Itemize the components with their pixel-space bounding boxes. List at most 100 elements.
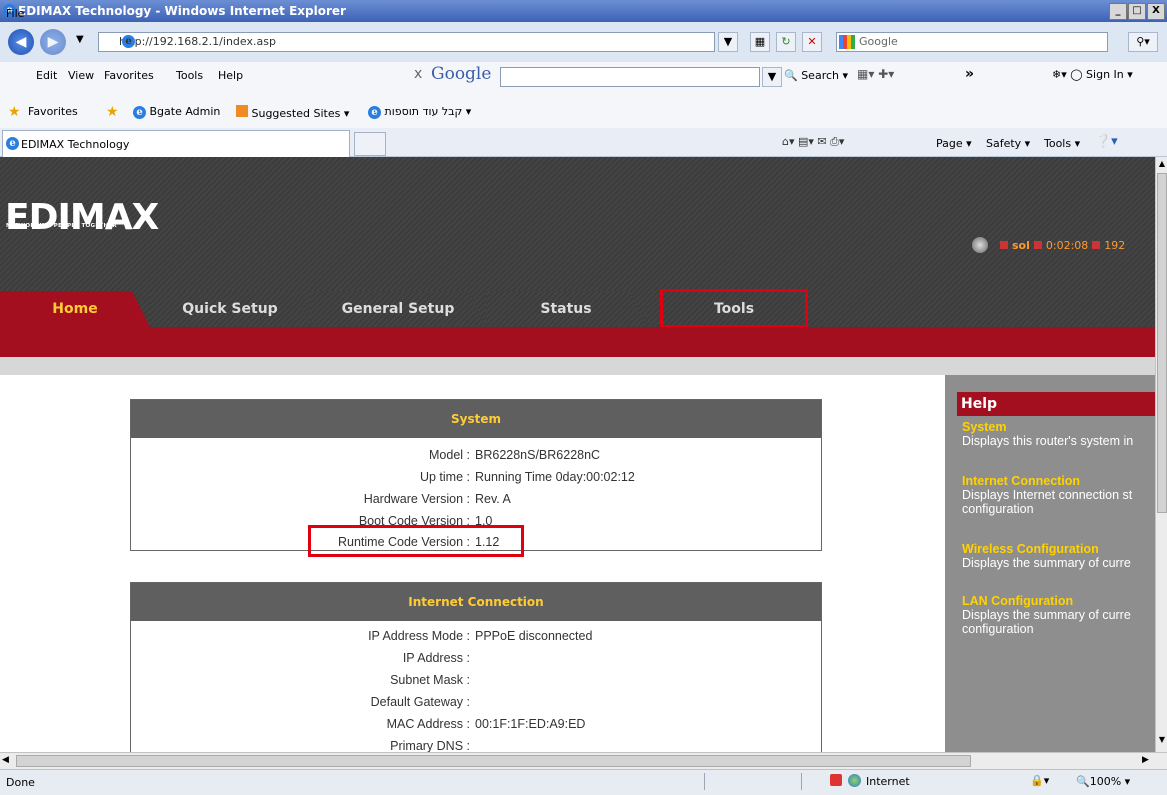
sign-in-button[interactable]: ❄▾ ◯ Sign In ▾: [1052, 68, 1133, 81]
nav-tab-home[interactable]: Home: [0, 291, 150, 327]
google-dropdown-icon[interactable]: ▼: [762, 67, 782, 87]
scroll-right-icon[interactable]: ▶: [1142, 755, 1154, 765]
back-button[interactable]: ◀: [8, 29, 34, 55]
tab-page-icon: e: [6, 137, 19, 150]
vertical-scrollbar[interactable]: ▲ ▼: [1155, 157, 1167, 752]
stop-icon[interactable]: ✕: [802, 32, 822, 52]
more-chevron[interactable]: »: [965, 66, 974, 82]
help-icon[interactable]: ❔▾: [1095, 134, 1118, 149]
row-label: IP Address Mode :: [368, 629, 470, 643]
new-tab-button[interactable]: [354, 132, 386, 156]
refresh-icon[interactable]: ↻: [776, 32, 796, 52]
lock-dropdown-icon[interactable]: 🔒▾: [1030, 774, 1049, 787]
help-heading[interactable]: LAN Configuration: [962, 594, 1152, 608]
edimax-slogan: NETWORKING PEOPLE TOGETHER: [6, 223, 117, 229]
help-item-lan: LAN Configuration Displays the summary o…: [962, 594, 1152, 636]
nav-tab-quick-setup[interactable]: Quick Setup: [150, 291, 310, 327]
status-ip: 192: [1104, 238, 1126, 252]
status-panes: [704, 773, 802, 790]
compatibility-icon[interactable]: ▦: [750, 32, 770, 52]
row-value: PPPoE disconnected: [475, 629, 593, 643]
menu-edit[interactable]: Edit: [36, 69, 57, 82]
menu-file[interactable]: File: [6, 7, 24, 20]
safety-menu[interactable]: Safety ▾: [986, 137, 1030, 150]
help-text: Displays the summary of curre: [962, 556, 1131, 570]
minimize-button[interactable]: _: [1109, 3, 1127, 20]
close-button[interactable]: X: [1147, 3, 1165, 20]
horizontal-scrollbar[interactable]: ◀ ▶: [0, 752, 1167, 770]
toolbar-buttons-icon[interactable]: ▦▾ ✚▾: [857, 67, 894, 81]
router-nav: Home Quick Setup General Setup Status To…: [0, 291, 1155, 327]
google-search-button[interactable]: 🔍 Search ▾: [784, 69, 848, 82]
help-text: Displays the summary of curre configurat…: [962, 608, 1131, 636]
status-user: sol: [1012, 238, 1030, 252]
row-label: Primary DNS :: [390, 739, 470, 752]
row-value: 00:1F:1F:ED:A9:ED: [475, 717, 586, 731]
google-toolbar-logo: Google: [431, 64, 492, 84]
help-heading[interactable]: Wireless Configuration: [962, 542, 1152, 556]
favorite-suggested-sites[interactable]: Suggested Sites ▾: [236, 105, 349, 120]
connection-status: sol 0:02:08 192: [972, 237, 1125, 253]
menu-favorites[interactable]: Favorites: [104, 69, 154, 82]
menu-tools[interactable]: Tools: [176, 69, 203, 82]
scroll-left-icon[interactable]: ◀: [2, 755, 14, 765]
google-toolbar-input[interactable]: [500, 67, 760, 87]
status-marker-icon: [1092, 241, 1101, 249]
help-heading[interactable]: System: [962, 420, 1152, 434]
vertical-scroll-thumb[interactable]: [1157, 173, 1167, 513]
search-button[interactable]: ⚲▾: [1128, 32, 1158, 52]
favorites-star-icon: ★: [8, 104, 21, 120]
window-title-bar: e EDIMAX Technology - Windows Internet E…: [0, 0, 1167, 22]
row-label: Hardware Version :: [363, 492, 470, 506]
internet-zone-icon: [848, 774, 861, 787]
protected-mode-icon[interactable]: [830, 774, 842, 786]
help-text: Displays Internet connection st configur…: [962, 488, 1133, 516]
favorite-get-addons[interactable]: e קבל עוד תוספות ▾: [368, 105, 471, 119]
ie-page-icon: e: [368, 106, 381, 119]
menu-help[interactable]: Help: [218, 69, 243, 82]
history-dropdown-icon[interactable]: ▼: [76, 34, 84, 45]
search-input[interactable]: Google: [836, 32, 1108, 52]
command-icons[interactable]: ⌂▾ ▤▾ ✉ ⎙▾: [782, 135, 844, 149]
address-dropdown-icon[interactable]: ▼: [718, 32, 738, 52]
nav-tab-general-setup[interactable]: General Setup: [310, 291, 486, 327]
tools-menu[interactable]: Tools ▾: [1044, 137, 1080, 150]
status-text: Done: [6, 776, 35, 789]
row-value: Rev. A: [475, 492, 511, 506]
horizontal-scroll-thumb[interactable]: [16, 755, 971, 767]
main-content: System Model : BR6228nS/BR6228nC Up time…: [0, 375, 945, 752]
row-label: Up time :: [419, 470, 470, 484]
suggested-sites-icon: [236, 105, 248, 117]
row-label: Subnet Mask :: [390, 673, 470, 687]
scroll-up-icon[interactable]: ▲: [1157, 159, 1167, 171]
favorites-button[interactable]: Favorites: [28, 105, 78, 118]
status-marker-icon: [1033, 241, 1042, 249]
scroll-down-icon[interactable]: ▼: [1157, 735, 1167, 747]
page-menu[interactable]: Page ▾: [936, 137, 972, 150]
ie-page-icon: e: [133, 106, 146, 119]
zone-label: Internet: [866, 775, 910, 788]
address-input[interactable]: e http://192.168.2.1/index.asp: [98, 32, 715, 52]
nav-tab-status[interactable]: Status: [486, 291, 646, 327]
help-panel: Help System Displays this router's syste…: [945, 375, 1155, 752]
add-favorite-icon[interactable]: ★: [106, 104, 119, 120]
system-section-title: System: [131, 400, 821, 438]
help-heading[interactable]: Internet Connection: [962, 474, 1152, 488]
help-text: Displays this router's system in: [962, 434, 1134, 448]
nav-gray-bar: [0, 357, 1155, 375]
window-controls: _ □ X: [1109, 3, 1165, 20]
menu-view[interactable]: View: [68, 69, 94, 82]
tab-edimax[interactable]: e EDIMAX Technology: [2, 130, 350, 157]
google-icon: [839, 35, 855, 49]
page-icon: e: [122, 35, 135, 48]
maximize-button[interactable]: □: [1128, 3, 1146, 20]
row-value: BR6228nS/BR6228nC: [475, 448, 601, 462]
forward-button[interactable]: ▶: [40, 29, 66, 55]
row-label: IP Address :: [402, 651, 470, 665]
row-value: Running Time 0day:00:02:12: [475, 470, 635, 484]
zoom-control[interactable]: 🔍100% ▾: [1076, 775, 1130, 788]
row-label: Default Gateway :: [370, 695, 470, 709]
row-label: MAC Address :: [386, 717, 470, 731]
google-toolbar-close[interactable]: x: [414, 66, 422, 82]
favorite-bgate-admin[interactable]: e Bgate Admin: [133, 105, 220, 119]
